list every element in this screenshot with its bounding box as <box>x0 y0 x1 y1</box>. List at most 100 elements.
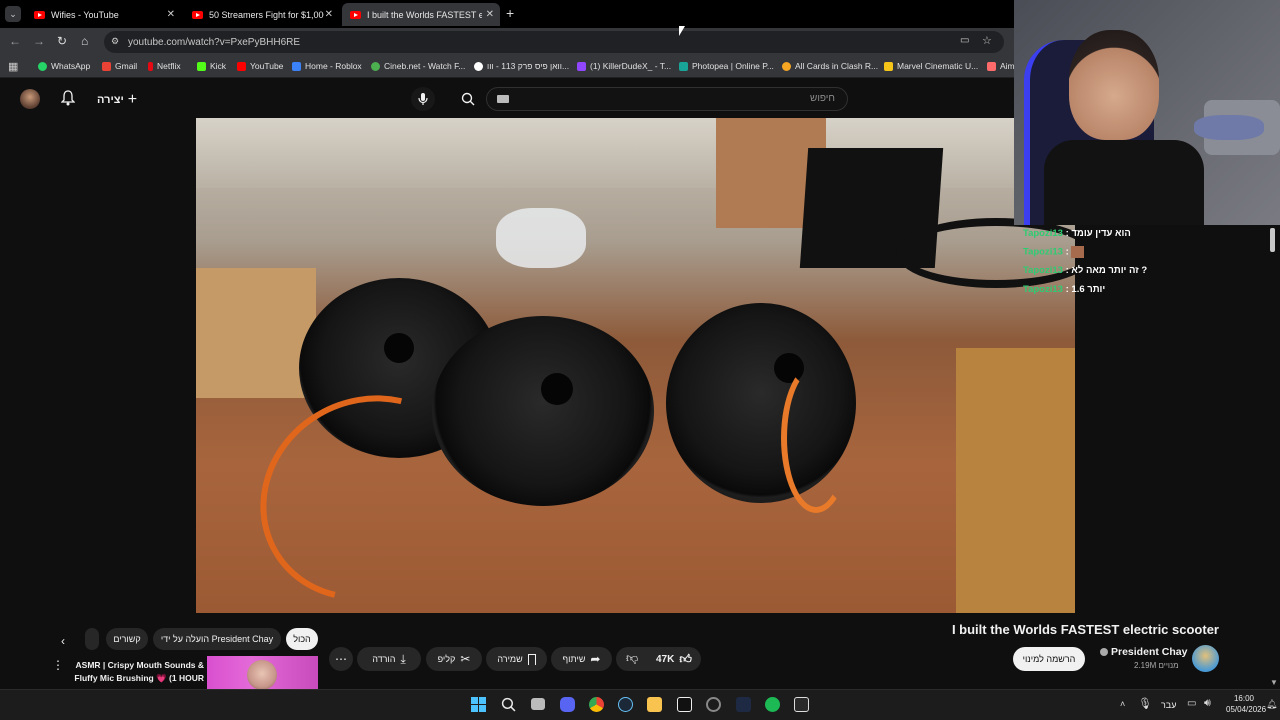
keyboard-icon[interactable] <box>497 95 509 103</box>
bookmark-youtube[interactable]: YouTube <box>237 61 283 71</box>
recommended-thumbnail[interactable] <box>207 656 318 689</box>
windows-start-icon[interactable] <box>471 697 486 712</box>
forward-icon[interactable]: → <box>33 34 45 48</box>
bookmark-gmail[interactable]: Gmail <box>102 61 137 71</box>
chip-all[interactable]: הכול <box>286 628 318 650</box>
share-button[interactable]: שיתוף ➦ <box>551 647 612 671</box>
bookmark-photopea[interactable]: Photopea | Online P... <box>679 61 774 71</box>
discord-icon[interactable] <box>560 697 575 712</box>
search-icon[interactable] <box>461 92 475 111</box>
bookmark-twitch[interactable]: (1) KillerDudeX_ - T... <box>577 61 671 71</box>
epic-games-icon[interactable] <box>794 697 809 712</box>
notifications-bell-icon[interactable] <box>60 90 76 106</box>
bookmark-cineb[interactable]: Cineb.net - Watch F... <box>371 61 465 71</box>
clock[interactable]: 16:00 05/04/2026 <box>1226 693 1266 715</box>
kick-icon <box>197 61 206 71</box>
marvel-icon <box>884 61 893 71</box>
bookmark-kick[interactable]: Kick <box>197 61 226 71</box>
video-frame-cable <box>781 363 851 513</box>
bookmark-netflix[interactable]: Netflix <box>148 61 181 71</box>
subscribe-button[interactable]: הרשמה למינוי <box>1013 647 1085 671</box>
site-info-icon[interactable]: ⚙ <box>111 36 119 47</box>
bookmark-whatsapp[interactable]: WhatsApp <box>38 61 90 71</box>
bookmark-aim[interactable]: Aim <box>987 61 1015 71</box>
create-button[interactable]: יצירה + <box>97 91 137 109</box>
more-actions-button[interactable]: ⋯ <box>329 647 353 671</box>
mouse-cursor-icon <box>679 26 685 36</box>
tray-chevron-icon[interactable]: ˄ <box>1120 699 1125 709</box>
reload-icon[interactable]: ↻ <box>57 34 67 48</box>
close-tab-icon[interactable]: ✕ <box>486 9 494 20</box>
app-icon[interactable] <box>706 697 721 712</box>
cast-icon[interactable]: ▭ <box>960 35 969 46</box>
bookmark-star-icon[interactable]: ☆ <box>982 34 992 47</box>
task-view-icon[interactable] <box>531 698 545 710</box>
subscriber-count: 2.19M מנויים <box>1134 661 1179 670</box>
tab-wifies[interactable]: Wifies - YouTube ✕ <box>26 3 181 26</box>
chip-uploaded-by[interactable]: הועלה על ידי President Chay <box>153 628 281 650</box>
chips-prev-button[interactable]: ‹ <box>61 634 65 648</box>
page-scroll-down-icon[interactable]: ▼ <box>1270 678 1278 687</box>
save-button[interactable]: שמירה <box>486 647 547 671</box>
thumbnail-face <box>247 660 277 689</box>
close-tab-icon[interactable]: ✕ <box>167 9 175 20</box>
webcam-person <box>1044 140 1204 225</box>
netflix-icon <box>148 61 153 71</box>
chrome-icon[interactable] <box>589 697 604 712</box>
close-tab-icon[interactable]: ✕ <box>325 9 333 20</box>
bookmark-clash[interactable]: All Cards in Clash R... <box>782 61 878 71</box>
dislike-button[interactable]: 👎︎ <box>626 651 638 666</box>
bookmark-onepiece[interactable]: וואן פיס פרק 113 - ווו... <box>474 61 569 71</box>
chip-related[interactable]: קשורים <box>106 628 148 650</box>
search-box[interactable]: חיפוש <box>461 87 848 111</box>
chip-partial[interactable] <box>85 628 99 650</box>
bookmark-roblox[interactable]: Home - Roblox <box>292 61 362 71</box>
whatsapp-icon <box>38 61 47 71</box>
video-frame-box <box>956 348 1075 613</box>
home-icon[interactable]: ⌂ <box>81 34 88 48</box>
url-text: youtube.com/watch?v=PxePyBHH6RE <box>128 37 301 48</box>
avatar[interactable] <box>20 89 40 109</box>
tab-streamers[interactable]: 50 Streamers Fight for $1,000,0 ✕ <box>184 3 339 26</box>
video-frame-plastic <box>496 208 586 268</box>
app-icon[interactable] <box>736 697 751 712</box>
spotify-icon[interactable] <box>765 697 780 712</box>
voice-search-icon[interactable] <box>411 87 435 111</box>
search-icon[interactable] <box>501 697 516 717</box>
channel-avatar[interactable] <box>1192 645 1219 672</box>
channel-name[interactable]: President Chay <box>1100 646 1187 658</box>
new-tab-button[interactable]: + <box>506 5 514 21</box>
clash-icon <box>782 61 791 71</box>
capcut-icon[interactable] <box>677 697 692 712</box>
download-icon: ⤓ <box>400 651 406 666</box>
microphone-icon[interactable]: 🎙︎ <box>1138 697 1152 710</box>
bookmark-marvel[interactable]: Marvel Cinematic U... <box>884 61 978 71</box>
recommended-menu-icon[interactable]: ⋮ <box>52 658 64 672</box>
video-title: I built the Worlds FASTEST electric scoo… <box>951 622 1219 637</box>
verified-icon <box>1100 648 1108 656</box>
video-player[interactable] <box>196 118 1075 613</box>
video-frame-box <box>196 268 316 398</box>
language-indicator[interactable]: עבר <box>1161 700 1176 710</box>
chat-message: Tapozi13 : זה יותר מאה לא ? <box>1023 265 1148 276</box>
clip-button[interactable]: קליפ ✂ <box>426 647 482 671</box>
like-button[interactable]: 47K 👍︎ <box>656 647 692 671</box>
recommended-title[interactable]: ASMR | Crispy Mouth Sounds & Fluffy Mic … <box>66 659 204 685</box>
webcam-person <box>1069 30 1159 140</box>
file-explorer-icon[interactable] <box>647 697 662 712</box>
webcam-blanket <box>1194 115 1264 140</box>
volume-icon[interactable]: 🔊︎ <box>1204 697 1211 710</box>
search-input[interactable]: חיפוש <box>810 93 835 104</box>
aim-icon <box>987 61 996 71</box>
tab-search-button[interactable]: ⌄ <box>5 6 21 22</box>
notifications-icon[interactable]: 🔔︎ <box>1266 699 1277 710</box>
chat-scrollbar[interactable] <box>1270 228 1275 252</box>
globe-icon <box>474 61 483 71</box>
youtube-icon <box>192 10 203 19</box>
network-icon[interactable]: ▭ <box>1187 698 1196 709</box>
download-button[interactable]: הורדה ⤓ <box>357 647 421 671</box>
apps-grid-icon[interactable]: ▦ <box>8 60 18 73</box>
steam-icon[interactable] <box>618 697 633 712</box>
tab-current[interactable]: I built the Worlds FASTEST elec ✕ <box>342 3 500 26</box>
back-icon[interactable]: ← <box>9 34 21 48</box>
